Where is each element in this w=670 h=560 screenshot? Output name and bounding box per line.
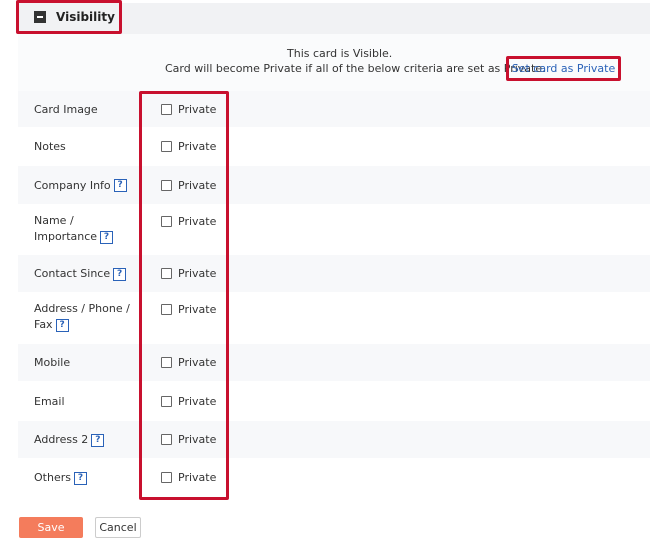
field-label-text: Address 2 (34, 433, 89, 446)
private-checkbox[interactable] (161, 216, 172, 227)
field-row: Company Info? Private (18, 166, 650, 205)
private-checkbox-label: Private (178, 215, 217, 228)
collapse-icon[interactable] (34, 11, 46, 23)
help-icon[interactable]: ? (91, 433, 105, 447)
field-label-text: Others (34, 471, 71, 484)
visibility-criteria-text: Card will become Private if all of the b… (165, 62, 546, 75)
help-icon[interactable]: ? (55, 318, 69, 332)
field-label: Card Image (34, 102, 136, 118)
field-list: Card Image Private Notes Private Company Inf… (18, 91, 650, 497)
save-button[interactable]: Save (19, 517, 83, 538)
help-icon[interactable]: ? (100, 230, 114, 244)
private-checkbox-label: Private (178, 178, 217, 192)
field-label: Others? (34, 470, 136, 486)
field-label: Name / Importance? (34, 213, 136, 245)
field-label-text: Name / Importance (34, 214, 98, 243)
field-label: Company Info? (34, 178, 136, 194)
private-checkbox-label: Private (178, 433, 217, 446)
private-toggle[interactable]: Private (161, 103, 216, 116)
private-toggle[interactable]: Private (161, 179, 216, 192)
private-checkbox[interactable] (161, 472, 172, 483)
private-checkbox-label: Private (178, 471, 217, 484)
private-toggle[interactable]: Private (161, 433, 216, 446)
private-checkbox-label: Private (178, 303, 217, 316)
field-label: Contact Since? (34, 266, 136, 282)
private-checkbox[interactable] (161, 179, 172, 191)
private-checkbox[interactable] (161, 268, 172, 279)
help-icon[interactable]: ? (113, 267, 127, 281)
field-label: Notes (34, 139, 136, 155)
private-checkbox[interactable] (161, 357, 172, 368)
field-label-text: Contact Since (34, 267, 111, 280)
visibility-title: Visibility (56, 10, 115, 24)
set-card-private-link[interactable]: Set card as Private (512, 62, 615, 75)
private-toggle[interactable]: Private (161, 215, 216, 228)
field-label-text: Card Image (34, 102, 98, 116)
visibility-status-text: This card is Visible. (287, 47, 393, 60)
private-toggle[interactable]: Private (161, 267, 216, 280)
private-checkbox[interactable] (161, 395, 172, 407)
private-toggle[interactable]: Private (161, 471, 216, 484)
field-row: Address / Phone / Fax? Private (18, 293, 650, 344)
field-row: Notes Private (18, 128, 650, 166)
field-row: Mobile Private (18, 344, 650, 382)
set-private-highlight: Set card as Private (506, 56, 621, 81)
private-checkbox[interactable] (161, 434, 172, 445)
field-label: Email (34, 394, 136, 410)
help-icon[interactable]: ? (73, 471, 87, 485)
private-checkbox-label: Private (178, 394, 217, 408)
visibility-toggle[interactable]: Visibility (16, 0, 122, 34)
private-checkbox-label: Private (178, 140, 217, 153)
field-row: Others? Private (18, 459, 650, 497)
private-toggle[interactable]: Private (161, 356, 216, 369)
field-label-text: Notes (34, 140, 66, 153)
private-checkbox[interactable] (161, 103, 172, 115)
field-row: Contact Since? Private (18, 255, 650, 293)
field-row: Email Private (18, 382, 650, 421)
field-label-text: Address / Phone / Fax (34, 302, 130, 331)
private-checkbox-label: Private (178, 267, 217, 280)
field-label: Address / Phone / Fax? (34, 301, 136, 333)
field-row: Card Image Private (18, 91, 650, 128)
cancel-button[interactable]: Cancel (95, 517, 141, 538)
field-row: Name / Importance? Private (18, 205, 650, 255)
private-checkbox-label: Private (178, 356, 217, 369)
private-checkbox[interactable] (161, 304, 172, 315)
field-label-text: Company Info (34, 178, 111, 192)
field-label: Mobile (34, 355, 136, 371)
private-toggle[interactable]: Private (161, 140, 216, 153)
field-label-text: Email (34, 394, 65, 408)
private-toggle[interactable]: Private (161, 303, 216, 316)
private-checkbox[interactable] (161, 141, 172, 152)
help-icon[interactable]: ? (113, 179, 127, 192)
field-label: Address 2? (34, 432, 136, 448)
field-row: Address 2? Private (18, 421, 650, 459)
field-label-text: Mobile (34, 356, 71, 369)
private-checkbox-label: Private (178, 102, 217, 116)
private-toggle[interactable]: Private (161, 395, 216, 408)
